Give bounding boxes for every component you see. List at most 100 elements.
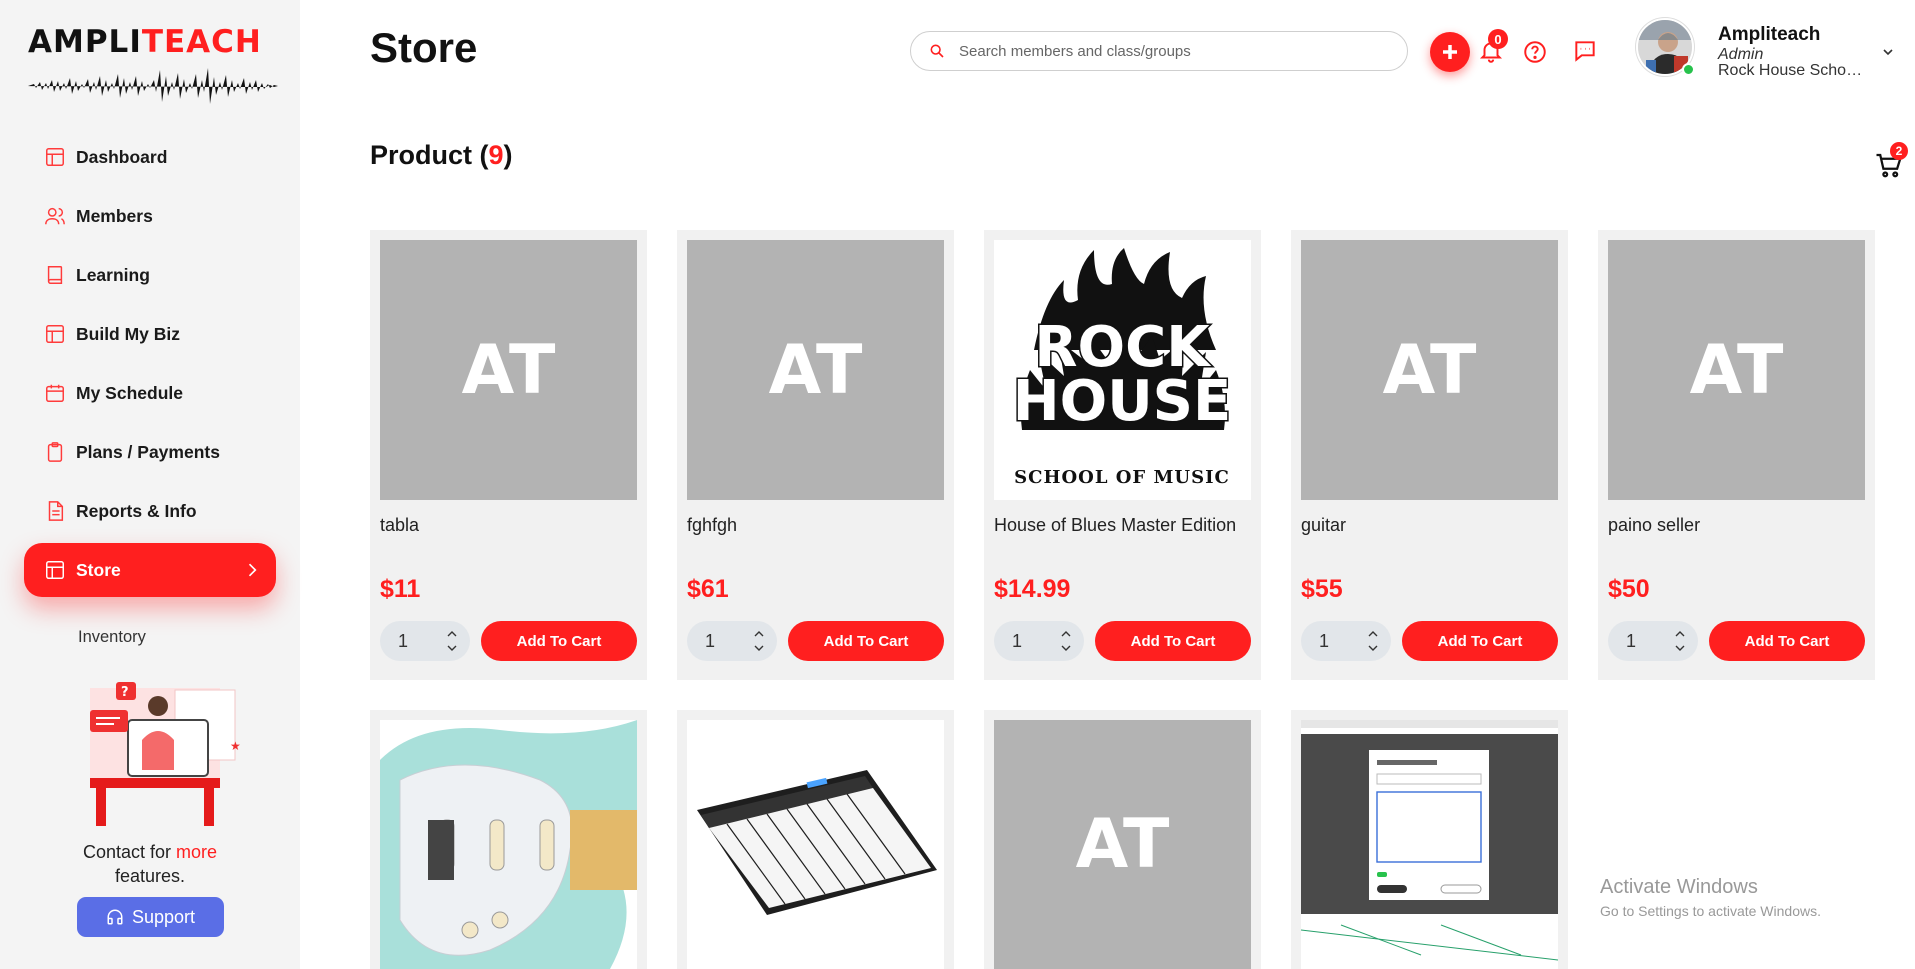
- sidebar-item-label: Store: [76, 559, 121, 580]
- soundwave-icon: [28, 68, 278, 104]
- product-image[interactable]: AT: [994, 720, 1251, 969]
- sidebar-item-store[interactable]: Store: [24, 543, 276, 597]
- product-card: AT guitar $55 Add To Cart: [1291, 230, 1568, 680]
- svg-text:SCHOOL OF MUSIC: SCHOOL OF MUSIC: [1014, 467, 1230, 488]
- spinner-arrows-icon[interactable]: [753, 628, 765, 654]
- product-price: $14.99: [994, 575, 1071, 603]
- document-icon: [48, 501, 64, 521]
- search-input[interactable]: [959, 42, 1359, 60]
- notification-badge: 0: [1488, 29, 1508, 49]
- product-card: AT tabla $11 Add To Cart: [370, 230, 647, 680]
- clipboard-icon: [47, 442, 63, 462]
- product-image[interactable]: [1301, 720, 1558, 969]
- help-icon[interactable]: [1522, 39, 1548, 65]
- sidebar-item-reports-info[interactable]: Reports & Info: [24, 484, 276, 538]
- sidebar-item-label: Dashboard: [76, 146, 168, 167]
- add-to-cart-button[interactable]: Add To Cart: [1402, 621, 1558, 661]
- page-title: Store: [370, 24, 478, 71]
- spinner-arrows-icon[interactable]: [1060, 628, 1072, 654]
- add-to-cart-button[interactable]: Add To Cart: [788, 621, 944, 661]
- product-card: [370, 710, 647, 969]
- quantity-stepper[interactable]: [687, 621, 777, 661]
- windows-activation-watermark: Activate Windows Go to Settings to activ…: [1600, 876, 1821, 919]
- headphones-icon: [107, 909, 123, 925]
- product-name: fghfgh: [687, 515, 738, 535]
- product-name: tabla: [380, 515, 420, 535]
- spinner-arrows-icon[interactable]: [1674, 628, 1686, 654]
- sidebar-item-label: My Schedule: [76, 382, 183, 403]
- product-image[interactable]: ROCK HOUSE SCHOOL OF MUSIC: [994, 240, 1251, 500]
- contact-text: Contact for more features.: [82, 842, 218, 886]
- product-count: 9: [488, 140, 504, 170]
- sidebar-item-label: Reports & Info: [76, 500, 197, 521]
- product-image[interactable]: AT: [380, 240, 637, 500]
- cart-count-badge: 2: [1890, 142, 1908, 160]
- support-illustration: ? ★: [90, 682, 241, 826]
- add-to-cart-button[interactable]: Add To Cart: [1709, 621, 1865, 661]
- user-organization: Rock House School of Music: [1718, 62, 1868, 79]
- quantity-input[interactable]: [705, 630, 745, 652]
- chevron-right-icon: [248, 563, 257, 577]
- product-card: AT: [984, 710, 1261, 969]
- product-card: [677, 710, 954, 969]
- quantity-input[interactable]: [398, 630, 438, 652]
- spinner-arrows-icon[interactable]: [446, 628, 458, 654]
- svg-text:?: ?: [121, 685, 129, 700]
- product-image[interactable]: AT: [1608, 240, 1865, 500]
- brand-logo[interactable]: AMPLITEACH: [28, 24, 278, 112]
- quantity-stepper[interactable]: [994, 621, 1084, 661]
- product-card: AT paino seller $50 Add To Cart: [1598, 230, 1875, 680]
- sidebar-item-label: Plans / Payments: [76, 441, 220, 462]
- calendar-icon: [46, 384, 64, 402]
- app-root: AMPLITEACH Dashboard Members Learning Bu…: [0, 0, 1915, 969]
- sidebar-item-build-my-biz[interactable]: Build My Biz: [24, 307, 276, 361]
- sidebar-item-dashboard[interactable]: Dashboard: [24, 130, 276, 184]
- online-status-dot: [1682, 63, 1695, 76]
- product-image[interactable]: [380, 720, 637, 969]
- sidebar-item-plans-payments[interactable]: Plans / Payments: [24, 425, 276, 479]
- screenshot-thumbnail-image: [1301, 720, 1558, 969]
- book-icon: [47, 266, 63, 284]
- sidebar-item-label: Learning: [76, 264, 150, 285]
- layout-icon: [46, 561, 64, 579]
- sidebar-item-label: Members: [76, 205, 153, 226]
- sidebar-nav: Dashboard Members Learning Build My Biz …: [24, 130, 276, 602]
- product-name: House of Blues Master Edition: [994, 515, 1237, 535]
- add-button[interactable]: [1430, 32, 1470, 72]
- chevron-down-icon[interactable]: [1880, 44, 1896, 60]
- rock-house-logo-image: ROCK HOUSE SCHOOL OF MUSIC: [994, 240, 1251, 500]
- electric-guitar-image: [380, 720, 637, 969]
- product-image[interactable]: [687, 720, 944, 969]
- sidebar-item-learning[interactable]: Learning: [24, 248, 276, 302]
- search-bar: [910, 31, 1408, 71]
- layout-icon: [46, 325, 64, 343]
- product-price: $50: [1608, 575, 1650, 603]
- sidebar-item-my-schedule[interactable]: My Schedule: [24, 366, 276, 420]
- sidebar-subitem-inventory[interactable]: Inventory: [78, 628, 146, 647]
- spinner-arrows-icon[interactable]: [1367, 628, 1379, 654]
- quantity-input[interactable]: [1012, 630, 1052, 652]
- chat-icon[interactable]: [1572, 38, 1598, 64]
- product-heading: Product (9): [370, 140, 513, 170]
- quantity-stepper[interactable]: [380, 621, 470, 661]
- product-name: guitar: [1301, 515, 1347, 535]
- support-button[interactable]: Support: [77, 897, 224, 937]
- sidebar-item-members[interactable]: Members: [24, 189, 276, 243]
- add-to-cart-button[interactable]: Add To Cart: [1095, 621, 1251, 661]
- svg-text:HOUSE: HOUSE: [1013, 369, 1232, 434]
- quantity-input[interactable]: [1319, 630, 1359, 652]
- product-card: ROCK HOUSE SCHOOL OF MUSIC House of Blue…: [984, 230, 1261, 680]
- quantity-stepper[interactable]: [1608, 621, 1698, 661]
- users-icon: [45, 207, 65, 225]
- quantity-stepper[interactable]: [1301, 621, 1391, 661]
- add-to-cart-button[interactable]: Add To Cart: [481, 621, 637, 661]
- product-image[interactable]: AT: [1301, 240, 1558, 500]
- layout-icon: [46, 148, 64, 166]
- search-icon: [930, 44, 944, 58]
- brand-wordmark: AMPLITEACH: [28, 24, 262, 60]
- quantity-input[interactable]: [1626, 630, 1666, 652]
- keyboard-image: [687, 720, 944, 969]
- sidebar-item-label: Build My Biz: [76, 323, 181, 344]
- sidebar: AMPLITEACH Dashboard Members Learning Bu…: [0, 0, 300, 969]
- product-image[interactable]: AT: [687, 240, 944, 500]
